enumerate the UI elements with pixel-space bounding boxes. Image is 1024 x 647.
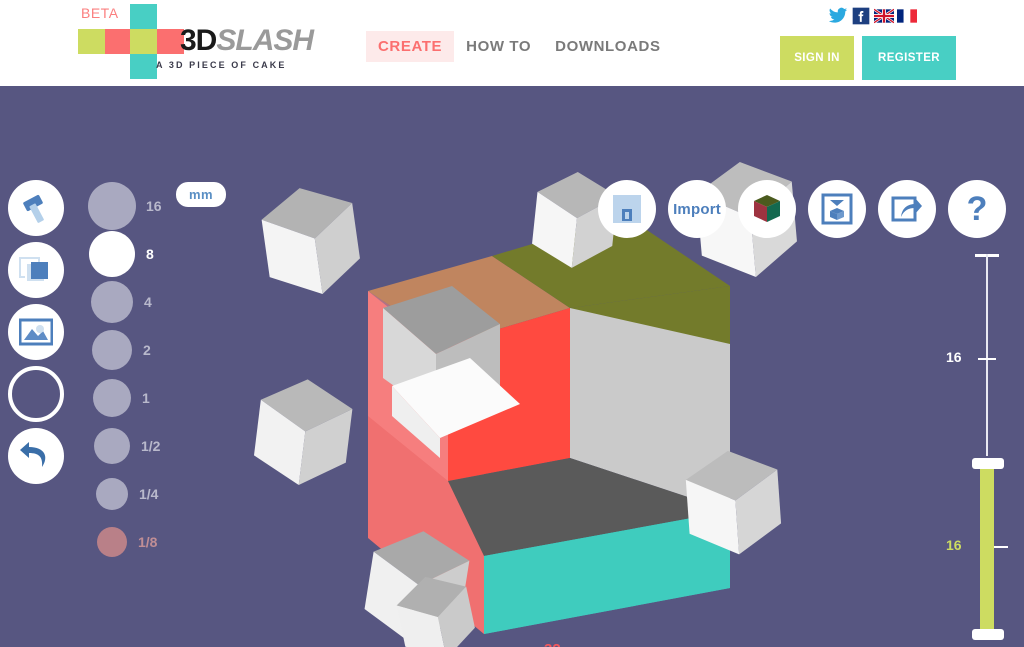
facebook-icon[interactable] <box>851 6 871 26</box>
size-dot <box>96 478 128 510</box>
logo-tile-bottom <box>130 54 157 79</box>
slider-lower-label: 16 <box>946 537 962 553</box>
slider-upper-tick <box>978 358 996 360</box>
logo-tile-top <box>130 4 157 29</box>
tool-rail <box>8 180 64 490</box>
sign-in-button[interactable]: SIGN IN <box>780 36 854 80</box>
size-option-eighth[interactable]: 1/8 <box>88 518 180 566</box>
size-option-half[interactable]: 1/2 <box>88 422 180 470</box>
size-label: 8 <box>146 246 154 262</box>
twitter-icon[interactable] <box>828 6 848 26</box>
slider-handle-lower[interactable] <box>972 629 1004 640</box>
social-links <box>828 6 917 26</box>
hammer-icon <box>23 194 44 223</box>
height-slider[interactable]: 16 16 <box>946 246 1014 646</box>
size-dot <box>97 527 127 557</box>
register-button[interactable]: REGISTER <box>862 36 956 80</box>
main-nav: CREATE HOW TO DOWNLOADS <box>366 31 673 62</box>
nav-item-downloads[interactable]: DOWNLOADS <box>543 31 672 62</box>
slider-lower-tick <box>994 546 1008 548</box>
logo-tagline: A 3D PIECE OF CAKE <box>156 60 287 70</box>
size-dot <box>88 182 136 230</box>
share-icon <box>891 196 922 222</box>
size-dot <box>94 428 130 464</box>
logo-tile-left-outer <box>78 29 105 54</box>
stacked-cubes-icon <box>19 257 48 283</box>
size-label: 4 <box>144 294 152 310</box>
undo-tool-button[interactable] <box>8 428 64 484</box>
size-option-1[interactable]: 1 <box>88 374 180 422</box>
blocks-tool-button[interactable] <box>8 242 64 298</box>
slider-lower-track <box>980 464 994 634</box>
size-option-2[interactable]: 2 <box>88 326 180 374</box>
size-label: 2 <box>143 342 151 358</box>
save-button[interactable] <box>598 180 656 238</box>
unit-badge[interactable]: mm <box>176 182 227 207</box>
3d-printer-icon <box>821 193 853 225</box>
size-dot <box>92 330 132 370</box>
nav-item-create[interactable]: CREATE <box>366 31 455 62</box>
shape-tool-button[interactable] <box>8 366 64 422</box>
logo-tile-left-inner <box>105 29 132 54</box>
size-option-8[interactable]: 8 <box>88 230 180 278</box>
help-button[interactable]: ? <box>948 180 1006 238</box>
size-dot <box>93 379 131 417</box>
voxel-size-selector: mm 16 8 4 2 1 1/2 1/4 1/8 <box>88 182 227 566</box>
app-root: BETA 3DSLASH A 3D PIECE OF CAKE CREATE H… <box>0 0 1024 647</box>
color-cube-icon <box>754 195 780 222</box>
size-label: 1/4 <box>139 486 159 502</box>
width-value-label: 32 <box>544 641 561 647</box>
flag-france-icon[interactable] <box>897 6 917 26</box>
print-button[interactable] <box>808 180 866 238</box>
size-label: 1/8 <box>138 534 158 550</box>
image-tool-button[interactable] <box>8 304 64 360</box>
logo-word-slash: SLASH <box>216 24 314 57</box>
picture-icon <box>19 318 53 346</box>
3d-viewport[interactable]: mm 16 8 4 2 1 1/2 1/4 1/8 Import ? 16 16 <box>0 86 1024 647</box>
size-label: 16 <box>146 198 162 214</box>
size-dot <box>89 231 135 277</box>
size-label: 1 <box>142 390 150 406</box>
flag-uk-icon[interactable] <box>874 6 894 26</box>
share-button[interactable] <box>878 180 936 238</box>
canvas-toolbar: Import ? <box>598 180 1006 238</box>
slider-upper-label: 16 <box>946 349 962 365</box>
size-option-16[interactable]: 16 <box>88 182 180 230</box>
logo-wordmark[interactable]: 3DSLASH <box>180 24 314 57</box>
nav-item-how-to[interactable]: HOW TO <box>454 31 543 62</box>
auth-buttons: SIGN IN REGISTER <box>780 36 956 80</box>
question-mark-icon: ? <box>966 190 988 228</box>
import-button[interactable]: Import <box>668 180 726 238</box>
size-option-quarter[interactable]: 1/4 <box>88 470 180 518</box>
size-label: 1/2 <box>141 438 161 454</box>
hammer-tool-button[interactable] <box>8 180 64 236</box>
slider-upper-track <box>986 254 988 456</box>
logo-tile-center <box>130 29 157 54</box>
floppy-disk-icon <box>613 195 641 223</box>
material-button[interactable] <box>738 180 796 238</box>
undo-arrow-icon <box>20 442 46 467</box>
size-option-4[interactable]: 4 <box>88 278 180 326</box>
size-dot <box>91 281 133 323</box>
slider-handle-upper[interactable] <box>972 458 1004 469</box>
logo-word-3d: 3D <box>180 24 217 57</box>
site-header: BETA 3DSLASH A 3D PIECE OF CAKE CREATE H… <box>0 0 1024 86</box>
import-label: Import <box>673 200 721 218</box>
